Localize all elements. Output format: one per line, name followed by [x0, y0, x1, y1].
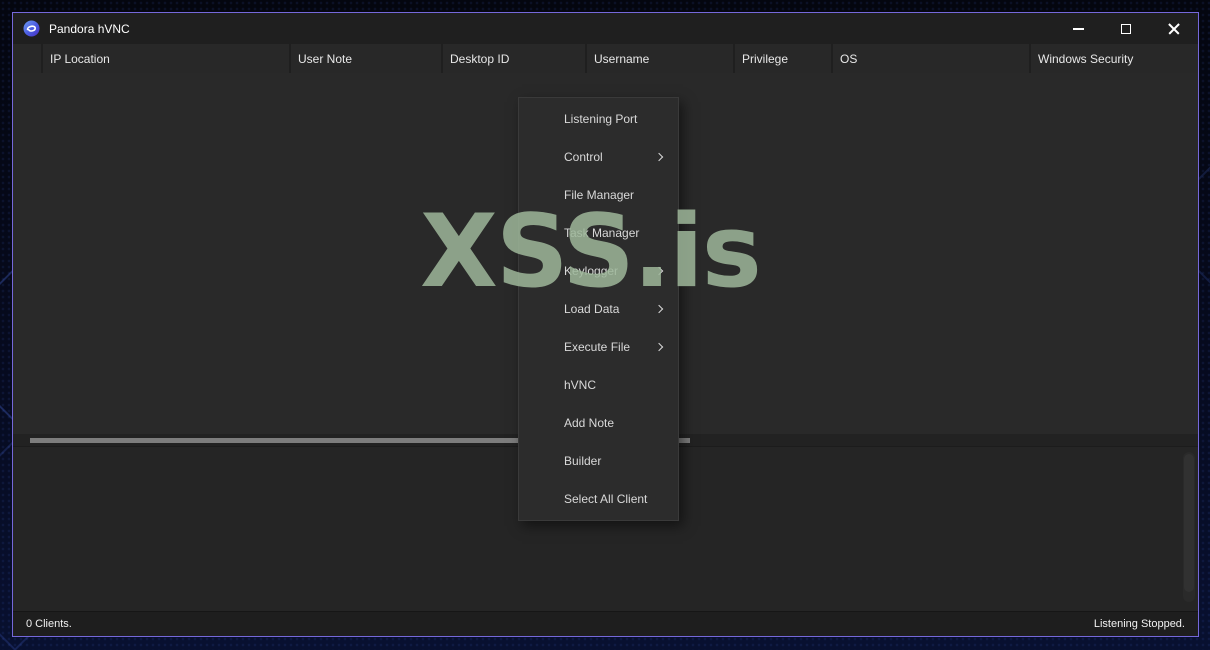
menu-item-execute-file[interactable]: Execute File [519, 328, 678, 366]
menu-item-keylogger[interactable]: Keylogger [519, 252, 678, 290]
menu-item-control[interactable]: Control [519, 138, 678, 176]
desktop-background: Pandora hVNC IP Location User Note Desktop… [0, 0, 1210, 650]
menu-item-hvnc[interactable]: hVNC [519, 366, 678, 404]
menu-item-label: Control [564, 150, 603, 164]
menu-item-label: Listening Port [564, 112, 638, 126]
listening-status-label: Listening Stopped. [1093, 618, 1185, 630]
minimize-button[interactable] [1054, 13, 1102, 44]
maximize-icon [1121, 23, 1131, 34]
menu-item-label: hVNC [564, 378, 597, 392]
menu-item-builder[interactable]: Builder [519, 442, 678, 480]
column-header-os[interactable]: OS [833, 44, 1031, 73]
column-header-privilege[interactable]: Privilege [735, 44, 833, 73]
menu-item-label: Add Note [564, 416, 615, 430]
column-header-desktop-id[interactable]: Desktop ID [443, 44, 587, 73]
menu-item-label: Builder [564, 454, 602, 468]
menu-item-label: File Manager [564, 188, 635, 202]
column-header-user-note[interactable]: User Note [291, 44, 443, 73]
menu-item-file-manager[interactable]: File Manager [519, 176, 678, 214]
client-table-header: IP Location User Note Desktop ID Username Pr… [13, 44, 1198, 73]
menu-item-label: Execute File [564, 340, 631, 354]
context-menu: Listening Port Control File Manager Task Ma… [518, 97, 679, 521]
minimize-icon [1072, 27, 1084, 30]
menu-item-listening-port[interactable]: Listening Port [519, 100, 678, 138]
maximize-button[interactable] [1102, 13, 1150, 44]
vertical-scrollbar[interactable] [1183, 452, 1195, 602]
close-button[interactable] [1150, 13, 1198, 44]
close-icon [1167, 22, 1181, 36]
submenu-arrow-icon [654, 152, 664, 162]
vertical-scrollbar-thumb[interactable] [1184, 454, 1194, 592]
window-controls [1054, 13, 1198, 44]
column-header-ip-location[interactable]: IP Location [43, 44, 291, 73]
menu-item-select-all-client[interactable]: Select All Client [519, 480, 678, 518]
menu-item-label: Select All Client [564, 492, 648, 506]
client-count-label: 0 Clients. [26, 618, 72, 630]
column-header-spacer [13, 44, 43, 73]
submenu-arrow-icon [654, 342, 664, 352]
menu-item-label: Load Data [564, 302, 620, 316]
column-header-windows-security[interactable]: Windows Security [1031, 44, 1198, 73]
menu-item-label: Task Manager [564, 226, 640, 240]
window-title: Pandora hVNC [49, 21, 130, 36]
status-bar: 0 Clients. Listening Stopped. [13, 611, 1198, 636]
column-header-username[interactable]: Username [587, 44, 735, 73]
menu-item-add-note[interactable]: Add Note [519, 404, 678, 442]
title-bar[interactable]: Pandora hVNC [13, 13, 1198, 44]
menu-item-load-data[interactable]: Load Data [519, 290, 678, 328]
pandora-swirl-icon [23, 20, 40, 37]
menu-item-task-manager[interactable]: Task Manager [519, 214, 678, 252]
menu-item-label: Keylogger [564, 264, 619, 278]
submenu-arrow-icon [654, 304, 664, 314]
submenu-arrow-icon [654, 266, 664, 276]
